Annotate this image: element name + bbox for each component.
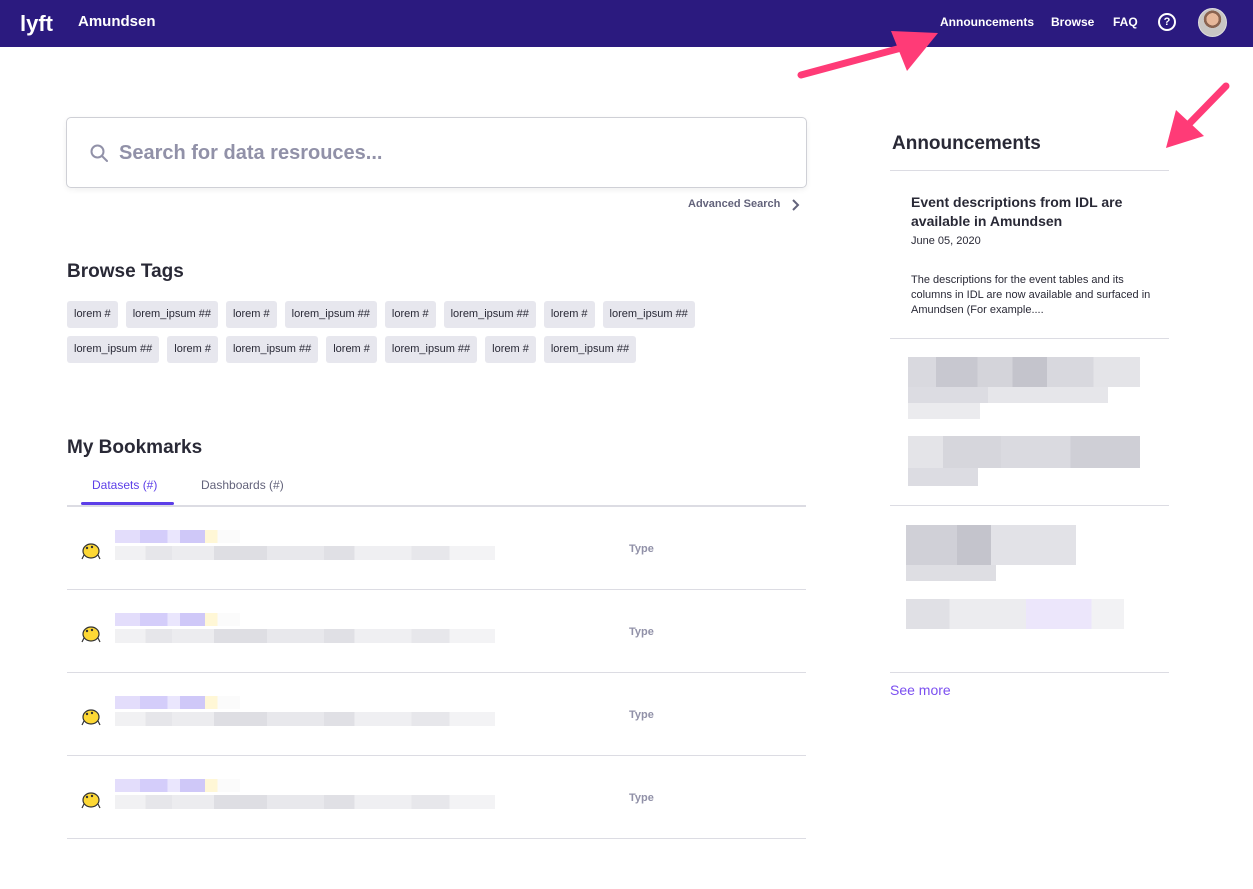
tag[interactable]: lorem # xyxy=(225,301,277,328)
tag[interactable]: lorem_ipsum ## xyxy=(543,336,637,363)
blurred-description xyxy=(115,795,495,809)
bookmark-type-label: Type xyxy=(629,626,654,638)
bookmark-row[interactable]: Type xyxy=(67,590,806,673)
chevron-right-icon[interactable] xyxy=(790,198,800,212)
help-icon[interactable]: ? xyxy=(1158,13,1176,31)
blurred-title xyxy=(115,613,240,626)
tag[interactable]: lorem # xyxy=(167,336,218,363)
blurred-title xyxy=(115,530,240,543)
tag[interactable]: lorem_ipsum ## xyxy=(225,336,319,363)
search-input[interactable] xyxy=(119,136,779,170)
blurred-title xyxy=(115,779,240,792)
bookmark-type-label: Type xyxy=(629,792,654,804)
blurred-title xyxy=(115,696,240,709)
bookmark-row[interactable]: Type xyxy=(67,756,806,839)
blurred-announcement xyxy=(908,436,1156,492)
tab-dashboards[interactable]: Dashboards (#) xyxy=(201,478,284,492)
blurred-description xyxy=(115,546,495,560)
top-nav-bar: lyft Amundsen Announcements Browse FAQ ? xyxy=(0,0,1253,47)
announcement-body: The descriptions for the event tables an… xyxy=(911,274,1151,316)
tag[interactable]: lorem # xyxy=(67,301,118,328)
search-box[interactable] xyxy=(66,117,807,188)
browse-tags-title: Browse Tags xyxy=(67,261,184,282)
tag[interactable]: lorem_ipsum ## xyxy=(284,301,377,328)
nav-link-browse[interactable]: Browse xyxy=(1051,15,1094,29)
announcement-date: June 05, 2020 xyxy=(911,235,981,247)
app-name[interactable]: Amundsen xyxy=(78,13,156,30)
annotation-arrow-icon xyxy=(1166,82,1230,148)
nav-link-faq[interactable]: FAQ xyxy=(1113,15,1138,29)
tag[interactable]: lorem # xyxy=(384,301,436,328)
lyft-logo[interactable]: lyft xyxy=(20,10,62,36)
blurred-announcement xyxy=(908,357,1156,419)
hive-database-icon xyxy=(81,709,101,726)
tag[interactable]: lorem # xyxy=(543,301,595,328)
divider xyxy=(890,338,1169,339)
tab-datasets[interactable]: Datasets (#) xyxy=(92,478,157,492)
my-bookmarks-title: My Bookmarks xyxy=(67,437,203,458)
hive-database-icon xyxy=(81,626,101,643)
bookmark-type-label: Type xyxy=(629,543,654,555)
divider xyxy=(890,672,1169,673)
tag[interactable]: lorem # xyxy=(485,336,536,363)
svg-text:lyft: lyft xyxy=(20,11,54,36)
nav-link-announcements[interactable]: Announcements xyxy=(940,15,1034,29)
tag[interactable]: lorem_ipsum ## xyxy=(125,301,218,328)
divider xyxy=(890,170,1169,171)
advanced-search-link[interactable]: Advanced Search xyxy=(688,198,780,210)
announcements-title: Announcements xyxy=(892,133,1041,154)
user-avatar[interactable] xyxy=(1198,8,1227,37)
tags-row-2: lorem_ipsum ## lorem # lorem_ipsum ## lo… xyxy=(67,336,637,363)
divider xyxy=(890,505,1169,506)
tag[interactable]: lorem_ipsum ## xyxy=(384,336,478,363)
blurred-announcement xyxy=(906,525,1126,645)
tag[interactable]: lorem_ipsum ## xyxy=(602,301,695,328)
bookmark-row[interactable]: Type xyxy=(67,507,806,590)
bookmark-type-label: Type xyxy=(629,709,654,721)
hive-database-icon xyxy=(81,792,101,809)
bookmark-row[interactable]: Type xyxy=(67,673,806,756)
tags-row-1: lorem # lorem_ipsum ## lorem # lorem_ips… xyxy=(67,301,695,328)
tag[interactable]: lorem # xyxy=(326,336,377,363)
blurred-description xyxy=(115,712,495,726)
announcement-heading[interactable]: Event descriptions from IDL are availabl… xyxy=(911,193,1151,231)
tag[interactable]: lorem_ipsum ## xyxy=(67,336,160,363)
search-icon xyxy=(90,144,108,162)
hive-database-icon xyxy=(81,543,101,560)
blurred-description xyxy=(115,629,495,643)
see-more-link[interactable]: See more xyxy=(890,682,951,698)
tag[interactable]: lorem_ipsum ## xyxy=(443,301,536,328)
